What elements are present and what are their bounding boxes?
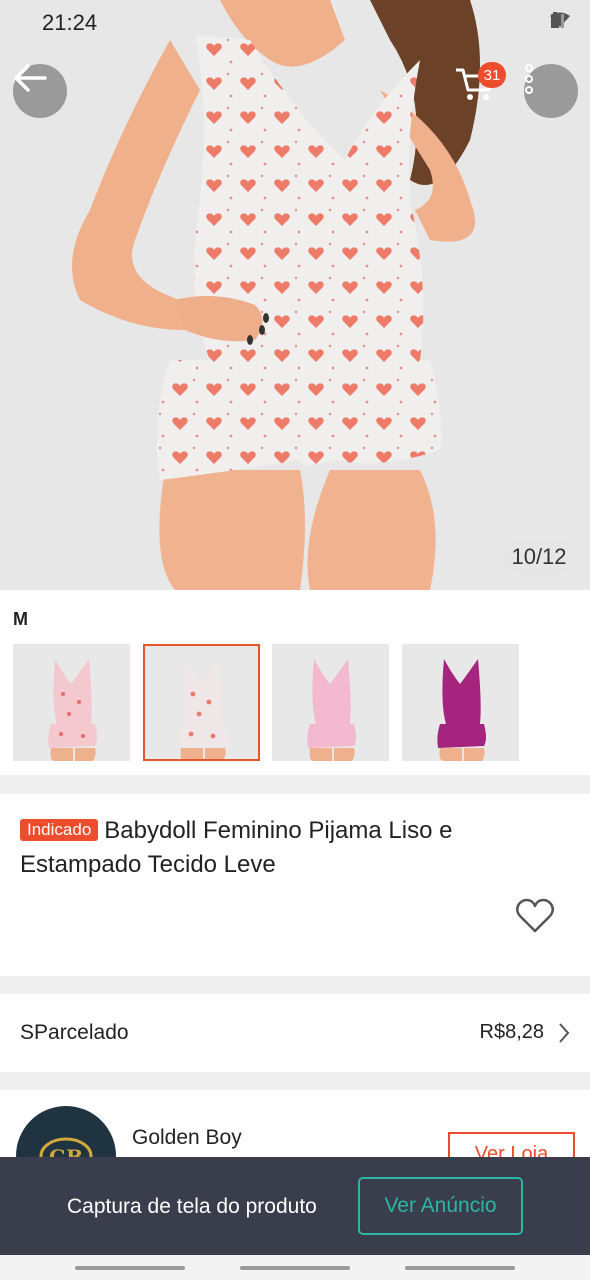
variation-thumb[interactable]	[402, 644, 519, 761]
installment-row[interactable]: SParcelado R$8,28	[0, 994, 590, 1072]
nav-handle[interactable]	[75, 1266, 185, 1270]
variation-image	[402, 644, 519, 761]
cart-count-badge: 31	[478, 62, 506, 88]
more-options-button[interactable]	[524, 64, 578, 118]
heart-icon	[516, 898, 554, 933]
variation-image	[143, 644, 260, 761]
back-button[interactable]	[13, 64, 67, 118]
favorite-button[interactable]	[515, 898, 555, 934]
product-title-card: Indicado Babydoll Feminino Pijama Liso e …	[0, 794, 590, 976]
product-image[interactable]: 21:24 31 10/12	[0, 0, 590, 590]
nav-handle[interactable]	[405, 1266, 515, 1270]
shop-name: Golden Boy	[132, 1126, 242, 1149]
recommended-badge: Indicado	[20, 819, 99, 841]
battery-icon	[551, 12, 559, 28]
chevron-right-icon	[559, 1023, 570, 1043]
variation-image	[13, 644, 130, 761]
screenshot-snackbar: Captura de tela do produto Ver Anúncio	[0, 1157, 590, 1255]
snackbar-text: Captura de tela do produto	[67, 1195, 317, 1218]
more-vertical-icon	[525, 64, 533, 94]
variation-thumb[interactable]	[13, 644, 130, 761]
variation-image	[272, 644, 389, 761]
variation-label: M	[13, 609, 28, 629]
view-listing-button[interactable]: Ver Anúncio	[358, 1177, 523, 1235]
variation-section: M	[0, 590, 590, 775]
variation-thumb[interactable]	[272, 644, 389, 761]
product-title: Indicado Babydoll Feminino Pijama Liso e …	[20, 814, 565, 882]
installment-value: R$8,28	[479, 1021, 545, 1043]
image-counter: 10/12	[504, 539, 574, 575]
system-nav-bar	[0, 1255, 590, 1280]
variation-thumb-selected[interactable]	[143, 644, 260, 761]
arrow-left-icon	[14, 64, 47, 92]
status-time: 21:24	[42, 10, 98, 35]
installment-label: SParcelado	[20, 1021, 129, 1044]
nav-handle[interactable]	[240, 1266, 350, 1270]
